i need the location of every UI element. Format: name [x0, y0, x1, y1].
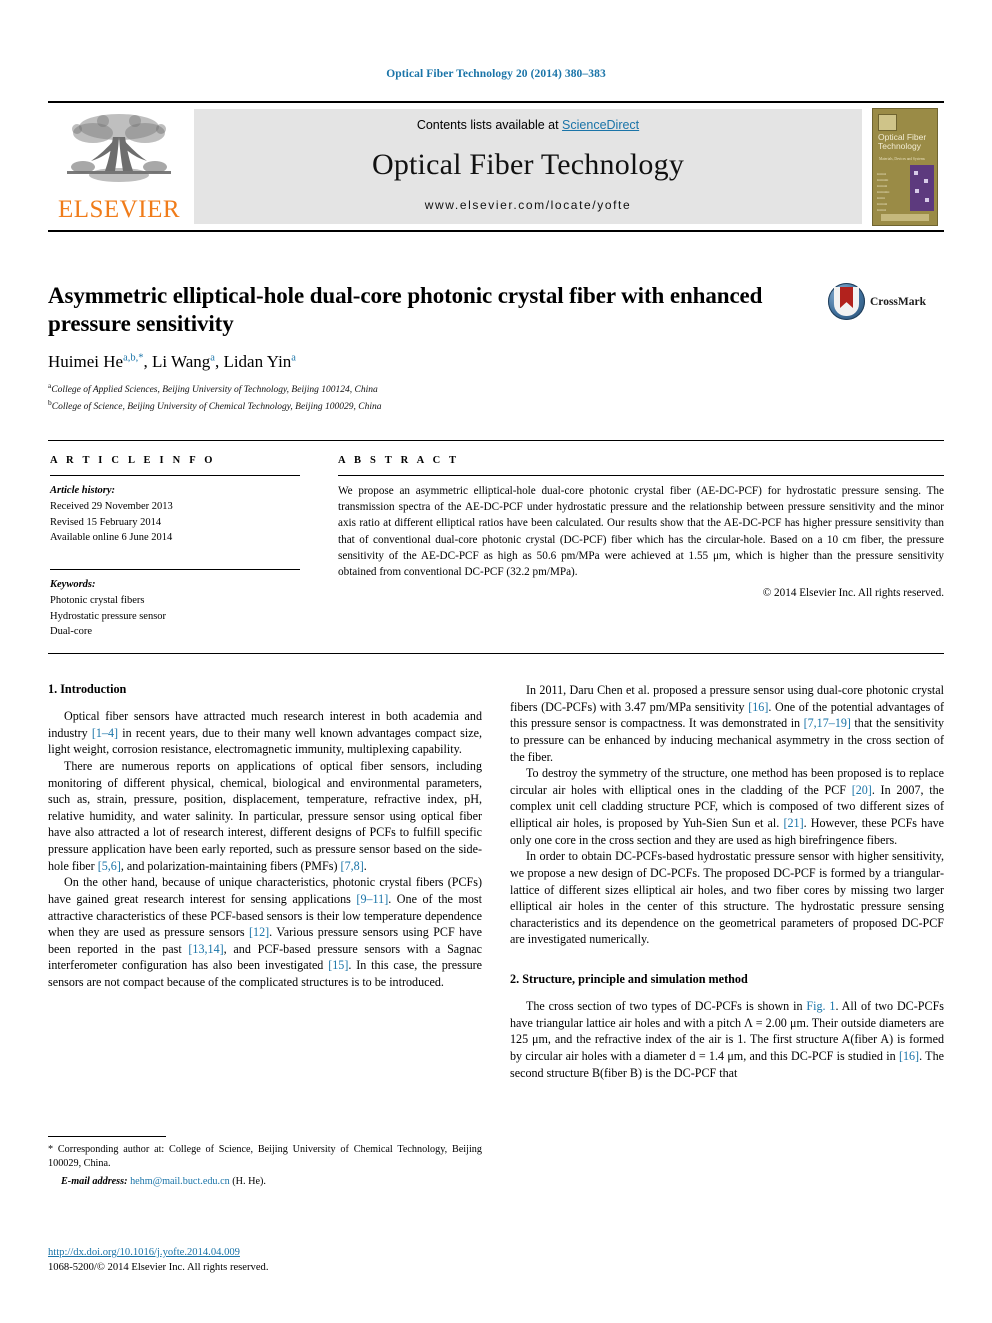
author-list: Huimei Hea,b,*, Li Wanga, Lidan Yina [48, 352, 296, 372]
paragraph: Optical fiber sensors have attracted muc… [48, 709, 483, 757]
author-name: Lidan Yin [223, 352, 292, 372]
paragraph: There are numerous reports on applicatio… [48, 758, 482, 873]
email-label: E-mail address: [61, 1175, 128, 1187]
title-block: Asymmetric elliptical-hole dual-core pho… [48, 282, 808, 415]
article-history: Article history: Received 29 November 20… [50, 483, 300, 546]
page-title: Asymmetric elliptical-hole dual-core pho… [48, 283, 763, 337]
paragraph: In 2011, Daru Chen et al. proposed a pre… [510, 683, 944, 764]
cover-title: Optical Fiber Technology [878, 131, 927, 152]
right-column: In 2011, Daru Chen et al. proposed a pre… [510, 682, 944, 1081]
cover-graphic [910, 164, 934, 211]
affiliation-list: aCollege of Applied Sciences, Beijing Un… [48, 381, 808, 415]
running-head: Optical Fiber Technology 20 (2014) 380–3… [386, 68, 606, 80]
journal-masthead: ELSEVIER Contents lists available at Sci… [48, 101, 944, 232]
history-item: Available online 6 June 2014 [50, 532, 173, 544]
footnote-block: * Corresponding author at: College of Sc… [48, 1136, 482, 1189]
elsevier-logo-cell: ELSEVIER [48, 103, 190, 230]
doi-link[interactable]: http://dx.doi.org/10.1016/j.yofte.2014.0… [48, 1247, 240, 1258]
cover-subtitle: Materials, Devices and Systems [879, 156, 925, 161]
keyword-item: Dual-core [50, 626, 92, 638]
journal-url[interactable]: www.elsevier.com/locate/yofte [425, 198, 631, 212]
divider [50, 475, 300, 476]
section-heading-structure: 2. Structure, principle and simulation m… [510, 972, 748, 986]
paragraph: On the other hand, because of unique cha… [48, 875, 483, 989]
affiliation-item: bCollege of Science, Beijing University … [48, 398, 382, 413]
author-name: Huimei He [48, 352, 124, 372]
divider [338, 475, 944, 476]
author-affiliation-marks: a [210, 352, 215, 364]
elsevier-tree-icon [63, 109, 175, 187]
contents-list-line: Contents lists available at ScienceDirec… [417, 118, 639, 132]
body-columns: 1. Introduction Optical fiber sensors ha… [48, 682, 944, 1081]
author-affiliation-marks[interactable]: a,b,* [123, 352, 143, 363]
paragraph: In order to obtain DC-PCFs-based hydrost… [510, 849, 944, 947]
journal-name: Optical Fiber Technology [371, 148, 685, 181]
author-name: Li Wang [152, 352, 211, 372]
email-note: E-mail address: hehm@mail.buct.edu.cn (H… [48, 1175, 482, 1189]
section-heading-introduction: 1. Introduction [48, 682, 127, 696]
sciencedirect-link[interactable]: ScienceDirect [562, 118, 639, 132]
crossmark-icon [828, 283, 865, 320]
email-suffix: (H. He). [232, 1175, 266, 1187]
paragraph: The cross section of two types of DC-PCF… [510, 999, 944, 1080]
abstract-text: We propose an asymmetric elliptical-hole… [338, 485, 944, 579]
abstract-copyright: © 2014 Elsevier Inc. All rights reserved… [762, 587, 944, 600]
article-info-heading: A R T I C L E I N F O [50, 455, 216, 466]
keyword-item: Photonic crystal fibers [50, 594, 145, 606]
journal-cover-thumbnail: Optical Fiber Technology Materials, Devic… [872, 107, 938, 226]
affiliation-item: aCollege of Applied Sciences, Beijing Un… [48, 381, 378, 396]
crossmark-badge[interactable]: CrossMark [828, 283, 940, 320]
divider [50, 569, 300, 570]
email-link[interactable]: hehm@mail.buct.edu.cn [130, 1176, 230, 1187]
abstract-heading: A B S T R A C T [338, 455, 460, 466]
elsevier-wordmark: ELSEVIER [57, 196, 181, 223]
issn-copyright-line: 1068-5200/© 2014 Elsevier Inc. All right… [48, 1262, 269, 1274]
article-history-label: Article history: [50, 485, 116, 496]
masthead-center: Contents lists available at ScienceDirec… [194, 109, 862, 224]
keywords-label: Keywords: [50, 579, 96, 590]
paragraph: To destroy the symmetry of the structure… [510, 766, 945, 847]
contents-prefix: Contents lists available at [416, 118, 563, 132]
crossmark-label: CrossMark [870, 295, 927, 308]
author-affiliation-marks: a [291, 352, 296, 364]
abstract-column: A B S T R A C T We propose an asymmetric… [316, 441, 944, 653]
paper-page: Optical Fiber Technology 20 (2014) 380–3… [0, 0, 992, 1323]
doi-block: http://dx.doi.org/10.1016/j.yofte.2014.0… [48, 1245, 482, 1276]
cover-publisher-logo-icon [878, 113, 897, 131]
footnote-divider [48, 1136, 166, 1137]
corresponding-author-note: * Corresponding author at: College of Sc… [48, 1144, 482, 1170]
journal-cover-cell: Optical Fiber Technology Materials, Devic… [866, 103, 944, 230]
article-info-column: A R T I C L E I N F O Article history: R… [48, 441, 316, 653]
keyword-item: Hydrostatic pressure sensor [50, 610, 167, 622]
cover-footer-band [881, 213, 929, 221]
info-abstract-bar: A R T I C L E I N F O Article history: R… [48, 440, 944, 654]
keywords-list: Keywords: Photonic crystal fibers Hydros… [50, 577, 300, 640]
cover-contents-lines: ▪▪▪▪▪▪▪▪ ▪▪▪▪▪▪▪▪▪▪ ▪▪▪▪▪▪▪▪▪ ▪▪▪▪▪▪▪▪▪▪▪ ▪▪… [877, 171, 890, 212]
left-column: 1. Introduction Optical fiber sensors ha… [48, 682, 482, 1081]
history-item: Received 29 November 2013 [50, 500, 173, 512]
history-item: Revised 15 February 2014 [50, 516, 162, 528]
